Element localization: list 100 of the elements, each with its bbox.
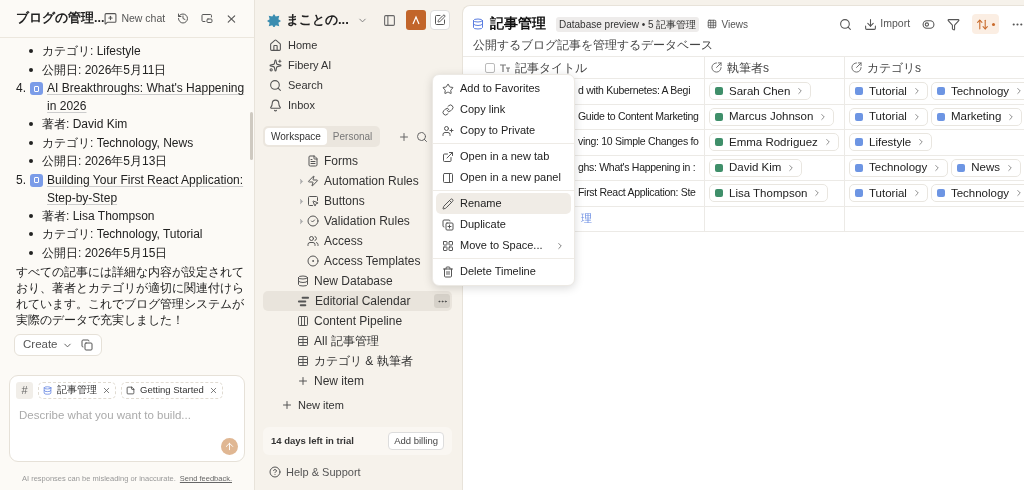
category-chip[interactable]: Tutorial [849, 184, 928, 203]
form-icon [307, 155, 319, 167]
tag-icon [715, 87, 723, 96]
context-chip[interactable]: Getting Started [121, 382, 223, 399]
list-text: 公開日: 2026年5月15日 [42, 244, 168, 262]
filter-icon [947, 17, 961, 31]
grid-icon [707, 19, 718, 29]
author-chip[interactable]: David Kim [709, 158, 803, 177]
more-button[interactable] [434, 294, 450, 308]
menu-item[interactable]: Copy to Private [436, 120, 571, 141]
compose-button[interactable] [430, 10, 450, 30]
menu-item[interactable]: Rename [436, 193, 571, 214]
send-button[interactable] [221, 438, 238, 455]
tree-item[interactable]: Content Pipeline [263, 311, 452, 331]
context-chip[interactable]: 記事管理 [38, 382, 116, 399]
search-icon[interactable] [416, 130, 429, 143]
caret-icon[interactable] [297, 196, 306, 206]
tag-icon [855, 163, 863, 172]
relation-icon [851, 62, 862, 73]
category-chip[interactable]: Technology [930, 184, 1024, 203]
database-icon [472, 18, 484, 30]
bullet-icon [29, 250, 33, 255]
list-number: 5. [16, 171, 26, 189]
column-header[interactable]: カテゴリs [867, 58, 921, 77]
list-text: カテゴリ: Technology, News [42, 134, 194, 152]
article-link[interactable]: AI Breakthroughs: What's Happening in 2026 [47, 79, 246, 115]
space-tab[interactable]: Personal [326, 128, 379, 145]
document-icon [30, 173, 43, 187]
bell-icon [269, 98, 282, 112]
chevron-icon [1014, 86, 1024, 97]
avatar[interactable] [406, 10, 426, 30]
article-link[interactable]: Building Your First React Application: Step-by-Step [47, 170, 246, 207]
bullet-icon [29, 49, 33, 54]
nav-item[interactable]: Fibery AI [263, 55, 460, 75]
duplicate-icon [442, 218, 454, 231]
pip-icon[interactable] [201, 12, 214, 25]
new-item-button[interactable]: New item [263, 395, 460, 415]
category-chip[interactable]: Technology [849, 158, 949, 177]
tree-item[interactable]: カテゴリ & 執筆者 [263, 351, 452, 371]
prompt-input[interactable]: Describe what you want to build... [16, 407, 238, 425]
category-chip[interactable]: Lifestyle [849, 133, 933, 152]
category-chip[interactable]: Tutorial [849, 82, 928, 101]
add-billing-button[interactable]: Add billing [388, 432, 444, 450]
new-chat-button[interactable]: New chat [104, 10, 166, 27]
sort-button[interactable] [972, 14, 1000, 34]
help-link[interactable]: Help & Support [263, 464, 460, 481]
nav-item[interactable]: Home [263, 35, 460, 55]
sparkle-icon [269, 58, 282, 72]
category-chip[interactable]: News [951, 158, 1021, 177]
list-text: カテゴリ: Technology, Tutorial [42, 226, 203, 244]
home-icon [269, 38, 282, 52]
bullet-icon [29, 232, 33, 237]
list-number: 4. [16, 80, 27, 97]
list-text: カテゴリ: Lifestyle [42, 43, 141, 61]
import-button[interactable]: Import [864, 14, 911, 34]
author-chip[interactable]: Emma Rodriguez [709, 133, 839, 152]
history-icon[interactable] [177, 12, 190, 25]
author-chip[interactable]: Sarah Chen [709, 82, 812, 101]
tree-item[interactable]: All 記事管理 [263, 331, 452, 351]
tag-icon [715, 138, 723, 147]
chip-label: 記事管理 [57, 383, 97, 398]
space-tab[interactable]: Workspace [265, 128, 327, 145]
tree-item[interactable]: Editorial Calendar [263, 291, 452, 311]
remove-icon[interactable] [102, 386, 111, 395]
timeline-icon [297, 294, 310, 308]
tag-icon [957, 163, 966, 172]
document-icon [30, 82, 44, 95]
plus-icon [281, 399, 293, 411]
tag-icon [855, 87, 863, 96]
column-header[interactable]: 執筆者s [727, 58, 769, 77]
views-button[interactable]: Views [707, 16, 748, 32]
caret-icon[interactable] [297, 216, 306, 226]
sidebar-toggle-icon[interactable] [383, 13, 396, 27]
table-cell-text: First React Application: Ste [578, 185, 696, 201]
plus-icon[interactable] [398, 130, 411, 143]
category-chip[interactable]: Tutorial [849, 107, 928, 126]
copy-icon[interactable] [80, 339, 93, 351]
category-chip[interactable]: Technology [930, 82, 1024, 101]
hash-button[interactable]: # [16, 382, 33, 399]
category-chip[interactable]: Marketing [930, 107, 1023, 126]
download-icon [864, 17, 878, 31]
external-link-icon [442, 150, 454, 163]
column-header[interactable]: 記事タイトル [515, 58, 587, 77]
remove-icon[interactable] [208, 386, 218, 395]
list-text: 公開日: 2026年5月13日 [42, 153, 168, 171]
table-icon [297, 335, 309, 347]
help-icon [269, 466, 281, 479]
tag-icon [936, 189, 945, 198]
author-chip[interactable]: Marcus Johnson [709, 107, 835, 126]
panel-icon [442, 171, 454, 184]
row-checkbox[interactable] [485, 62, 495, 73]
pencil-icon [442, 197, 454, 210]
table-cell-text: ving: 10 Simple Changes fo [578, 134, 699, 150]
workspace-name[interactable]: まことの... [286, 10, 349, 30]
cursor-icon [307, 195, 319, 207]
trash-icon [442, 265, 454, 278]
bullet-icon [29, 140, 33, 145]
caret-icon[interactable] [297, 176, 306, 186]
author-chip[interactable]: Lisa Thompson [709, 184, 829, 203]
tree-item[interactable]: New item [263, 371, 452, 391]
